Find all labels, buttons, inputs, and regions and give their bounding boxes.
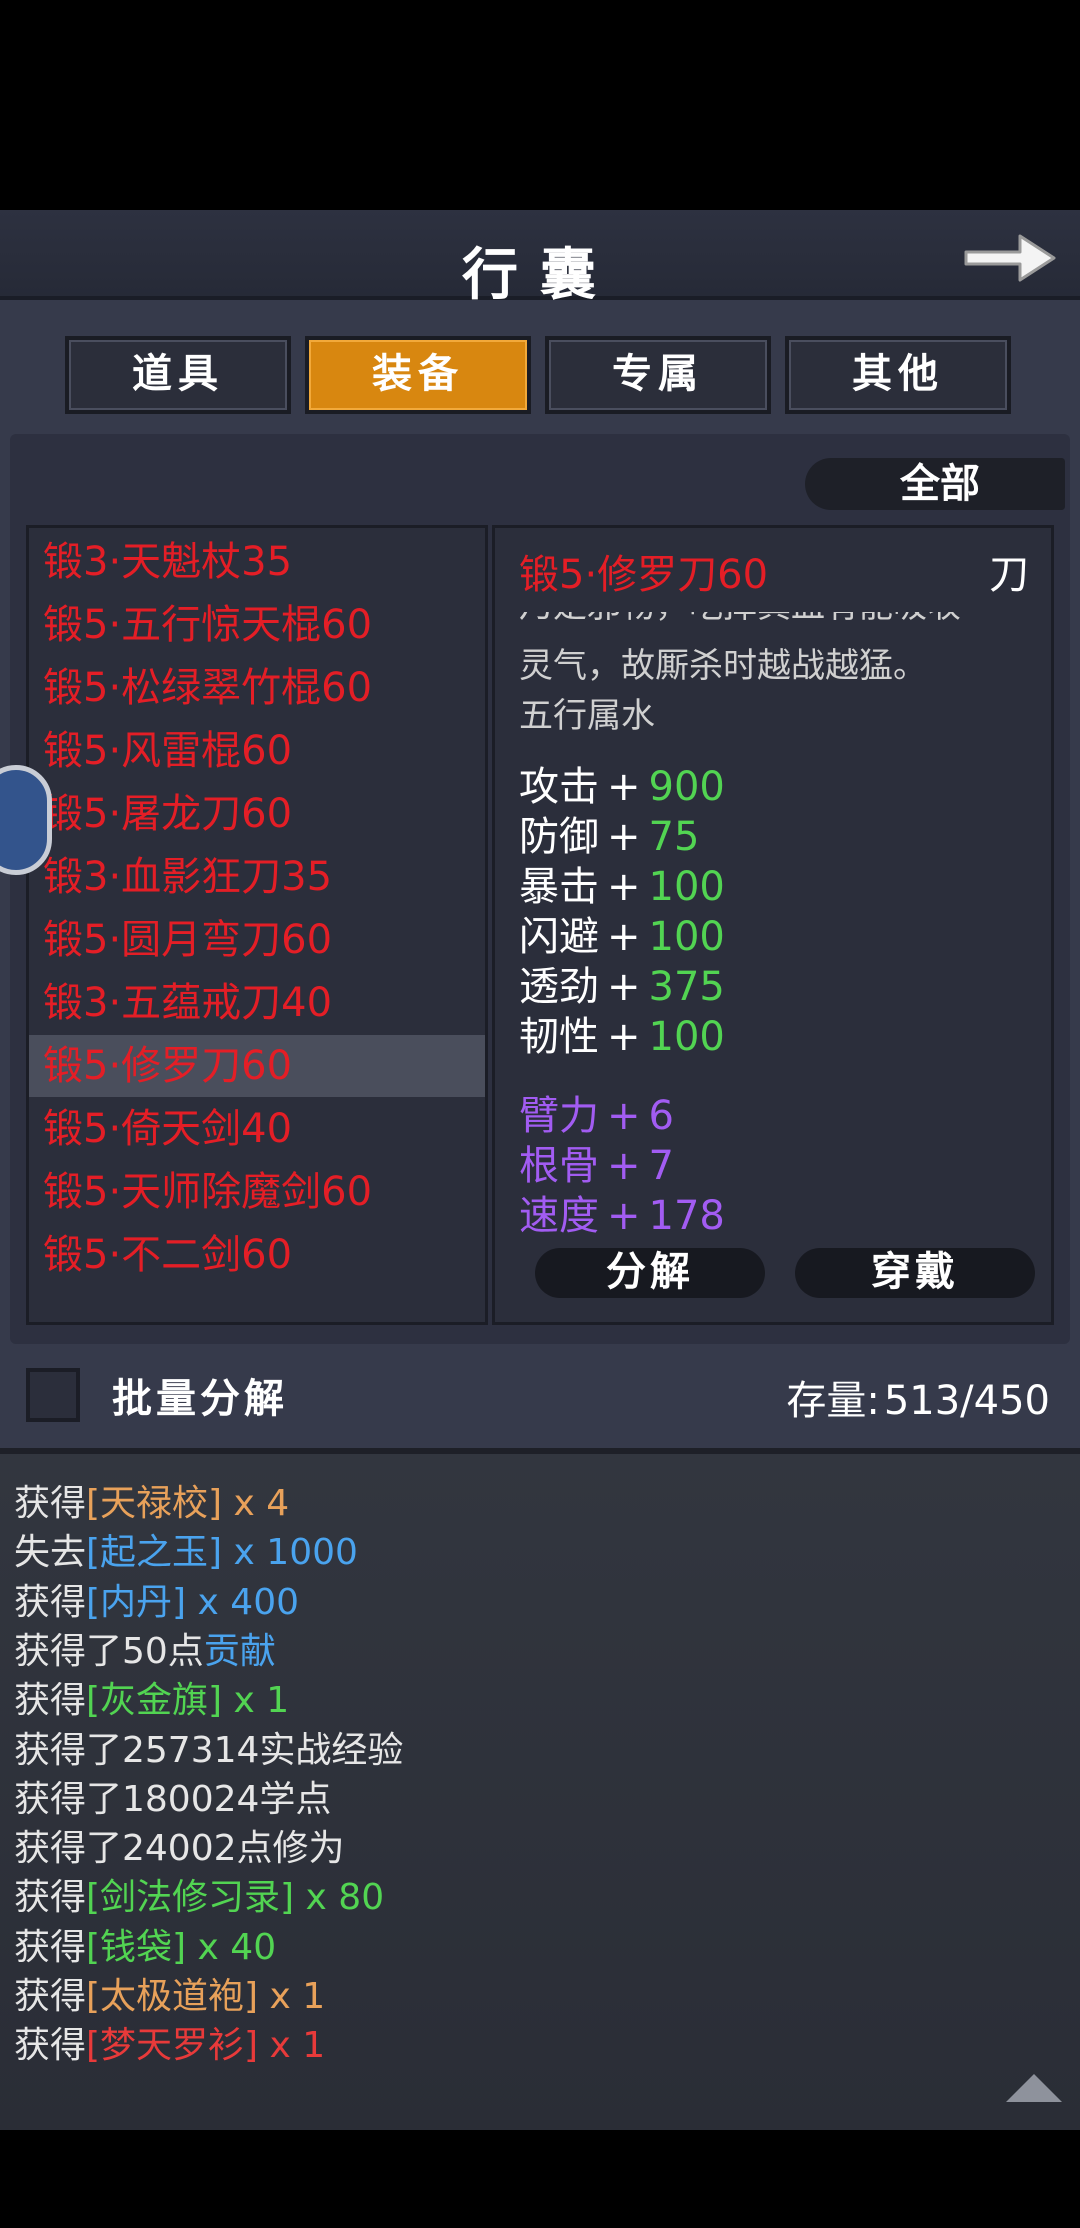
log-text: x 1 bbox=[258, 2025, 326, 2067]
log-text: 获得了24002点修为 bbox=[14, 1828, 345, 1870]
stat-row: 韧性 +100 bbox=[519, 1004, 725, 1062]
equipment-list-item[interactable]: 锻5·修罗刀60 bbox=[29, 1035, 485, 1097]
header-bar: 行囊 bbox=[0, 210, 1080, 308]
log-text: x 1 bbox=[258, 1976, 326, 2017]
capacity-value: 513/450 bbox=[883, 1378, 1050, 1424]
equipment-list-item[interactable]: 锻5·天师除魔剑60 bbox=[29, 1161, 485, 1223]
log-text: [钱袋] bbox=[86, 1926, 187, 1968]
batch-decompose-label: 批量分解 bbox=[112, 1375, 288, 1422]
log-text: [天禄校] bbox=[86, 1483, 223, 1524]
detail-element: 五行属水 bbox=[519, 696, 655, 736]
arrow-right-icon[interactable] bbox=[962, 228, 1058, 288]
log-line: 获得了180024学点 bbox=[14, 1770, 331, 1822]
equipment-list-item[interactable]: 锻5·松绿翠竹棍60 bbox=[29, 657, 485, 719]
log-text: [灰金旗] bbox=[86, 1680, 223, 1722]
tab-exclusive[interactable]: 专属 bbox=[545, 336, 771, 414]
log-text: 失去 bbox=[14, 1532, 87, 1574]
capacity-label: 存量: bbox=[786, 1378, 880, 1424]
log-text: 获得了257314实战经验 bbox=[14, 1729, 404, 1771]
log-text: [梦天罗衫] bbox=[86, 2025, 259, 2067]
log-line: 获得了24002点修为 bbox=[14, 1819, 345, 1871]
equipment-list-item[interactable]: 锻5·五行惊天棍60 bbox=[29, 594, 485, 656]
log-text: x 80 bbox=[294, 1877, 385, 1919]
log-text: x 40 bbox=[186, 1926, 277, 1968]
capacity-readout: 存量: 513/450 bbox=[786, 1368, 1050, 1426]
triangle-up-icon[interactable] bbox=[1002, 2070, 1066, 2104]
status-bar-area bbox=[0, 0, 1080, 210]
log-text: 获得 bbox=[14, 2025, 87, 2067]
page-title: 行囊 bbox=[462, 242, 618, 308]
log-text: 获得 bbox=[14, 1581, 87, 1623]
tab-equipment[interactable]: 装备 bbox=[305, 336, 531, 414]
log-line: 获得了50点贡献 bbox=[14, 1622, 276, 1674]
stat-label: 韧性 bbox=[519, 1014, 599, 1060]
equipment-list-item[interactable]: 锻5·屠龙刀60 bbox=[29, 783, 485, 845]
log-text: 获得 bbox=[14, 1483, 87, 1524]
detail-item-name: 锻5·修罗刀60 bbox=[519, 552, 769, 598]
log-line: 获得了257314实战经验 bbox=[14, 1721, 403, 1773]
log-text: 获得 bbox=[14, 1926, 87, 1968]
log-line: 获得[天禄校] x 4 bbox=[14, 1474, 289, 1526]
log-text: 获得 bbox=[14, 1680, 87, 1722]
batch-decompose-checkbox[interactable] bbox=[26, 1368, 80, 1422]
log-text: x 1000 bbox=[222, 1532, 358, 1574]
side-drawer-handle[interactable] bbox=[0, 765, 52, 875]
equipment-list-item[interactable]: 锻3·五蕴戒刀40 bbox=[29, 972, 485, 1034]
log-text: 获得了50点 bbox=[14, 1630, 204, 1672]
equipment-list-item[interactable]: 锻5·倚天剑40 bbox=[29, 1098, 485, 1160]
log-line: 失去[起之玉] x 1000 bbox=[14, 1523, 358, 1575]
log-line: 获得[梦天罗衫] x 1 bbox=[14, 2016, 325, 2068]
category-tabs: 道具 装备 专属 其他 bbox=[65, 336, 1015, 414]
item-detail-panel: 锻5·修罗刀60 刀 乃是邪物，吃掉真血有能吸收 灵气，故厮杀时越战越猛。 五行… bbox=[492, 525, 1054, 1325]
equip-button[interactable]: 穿戴 bbox=[795, 1240, 1035, 1304]
detail-description: 灵气，故厮杀时越战越猛。 bbox=[519, 646, 927, 686]
log-text: x 4 bbox=[222, 1483, 290, 1524]
log-line: 获得[太极道袍] x 1 bbox=[14, 1967, 325, 2019]
stat-plus: + bbox=[607, 1193, 641, 1239]
message-log: 获得[天禄校] x 4 失去[起之玉] x 1000 获得[内丹] x 400 获得了… bbox=[0, 1448, 1080, 2130]
filter-dropdown[interactable]: 全部 bbox=[815, 456, 1065, 512]
log-line: 获得[内丹] x 400 bbox=[14, 1573, 299, 1625]
stat-label: 速度 bbox=[519, 1193, 599, 1239]
navigation-bar-area bbox=[0, 2130, 1080, 2228]
decompose-button[interactable]: 分解 bbox=[535, 1240, 765, 1304]
log-line: 获得[钱袋] x 40 bbox=[14, 1918, 276, 1970]
log-text: [内丹] bbox=[86, 1581, 187, 1623]
stat-value: 178 bbox=[648, 1193, 725, 1239]
detail-description-partial: 乃是邪物，吃掉真血有能吸收 bbox=[519, 612, 1039, 628]
detail-item-type: 刀 bbox=[989, 552, 1029, 598]
log-text: 贡献 bbox=[203, 1630, 276, 1672]
equipment-list-item[interactable]: 锻5·风雷棍60 bbox=[29, 720, 485, 782]
log-line: 获得[灰金旗] x 1 bbox=[14, 1671, 289, 1723]
log-text: 获得 bbox=[14, 1976, 87, 2017]
equipment-list[interactable]: 锻3·天魁杖35 锻5·五行惊天棍60 锻5·松绿翠竹棍60 锻5·风雷棍60 锻5·屠… bbox=[26, 525, 488, 1325]
stat-plus: + bbox=[607, 1014, 641, 1060]
stat-value: 100 bbox=[648, 1014, 725, 1060]
equipment-list-item[interactable]: 锻5·不二剑60 bbox=[29, 1224, 485, 1286]
equipment-list-item[interactable]: 锻3·天魁杖35 bbox=[29, 531, 485, 593]
log-text: x 1 bbox=[222, 1680, 290, 1722]
log-text: [太极道袍] bbox=[86, 1976, 259, 2017]
log-text: x 400 bbox=[186, 1581, 300, 1623]
log-line: 获得[剑法修习录] x 80 bbox=[14, 1868, 384, 1920]
log-text: 获得了180024学点 bbox=[14, 1778, 332, 1820]
tab-items[interactable]: 道具 bbox=[65, 336, 291, 414]
equipment-list-item[interactable]: 锻3·血影狂刀35 bbox=[29, 846, 485, 908]
log-text: 获得 bbox=[14, 1877, 87, 1919]
stat-row: 速度 +178 bbox=[519, 1183, 725, 1241]
equipment-list-item[interactable]: 锻5·圆月弯刀60 bbox=[29, 909, 485, 971]
log-text: [起之玉] bbox=[86, 1532, 223, 1574]
log-text: [剑法修习录] bbox=[86, 1877, 295, 1919]
tab-other[interactable]: 其他 bbox=[785, 336, 1011, 414]
